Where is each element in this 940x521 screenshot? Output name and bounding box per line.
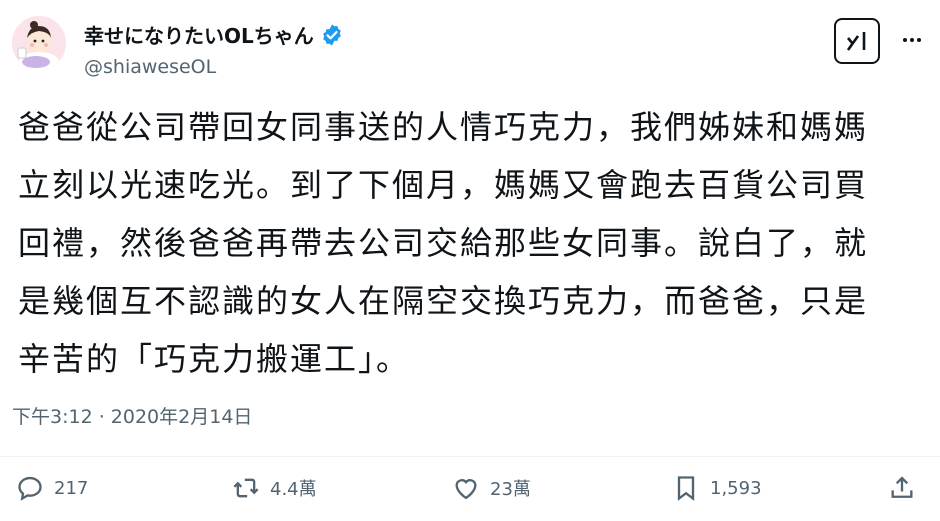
share-icon — [891, 476, 913, 498]
divider — [0, 456, 940, 457]
retweet-button[interactable]: 4.4萬 — [232, 474, 317, 502]
tweet-timestamp[interactable]: 下午3:12 · 2020年2月14日 — [12, 402, 252, 429]
grok-icon — [846, 32, 866, 51]
grok-button[interactable] — [834, 18, 880, 64]
heart-icon — [455, 479, 477, 500]
more-dot-icon — [903, 38, 907, 42]
bookmark-count: 1,593 — [710, 477, 762, 499]
reply-icon — [18, 476, 42, 501]
share-button[interactable] — [888, 474, 916, 502]
verified-badge-icon — [322, 24, 341, 45]
like-button[interactable]: 23萬 — [452, 474, 531, 502]
display-name[interactable]: 幸せになりたいOLちゃん — [84, 20, 314, 49]
bookmark-icon — [677, 476, 695, 501]
more-dot-icon — [917, 38, 921, 42]
more-dot-icon — [910, 38, 914, 42]
action-bar: 217 4.4萬 23萬 1,593 — [0, 474, 940, 518]
bookmark-button[interactable]: 1,593 — [672, 474, 762, 502]
reply-count: 217 — [54, 477, 89, 499]
author-handle[interactable]: @shiaweseOL — [84, 56, 216, 78]
reply-button[interactable]: 217 — [16, 474, 88, 502]
author-name-row: 幸せになりたいOLちゃん — [84, 20, 344, 49]
retweet-icon — [233, 478, 259, 498]
retweet-count: 4.4萬 — [270, 479, 317, 500]
more-options-button[interactable] — [898, 26, 926, 54]
like-count: 23萬 — [490, 479, 531, 500]
avatar[interactable] — [12, 16, 66, 70]
tweet-text: 爸爸從公司帶回女同事送的人情巧克力，我們姊妹和媽媽立刻以光速吃光。到了下個月，媽… — [18, 108, 869, 378]
